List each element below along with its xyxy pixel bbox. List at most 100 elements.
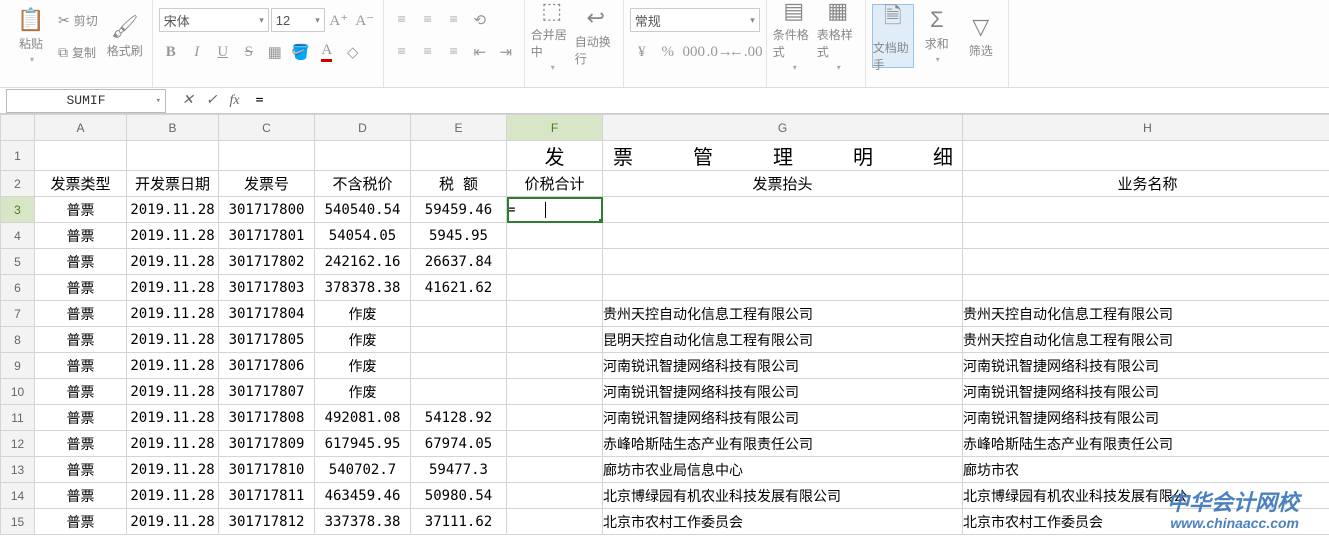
cell-B12[interactable]: 2019.11.28 — [127, 431, 219, 457]
cell-C10[interactable]: 301717807 — [219, 379, 315, 405]
cell-F6[interactable] — [507, 275, 603, 301]
cell-F13[interactable] — [507, 457, 603, 483]
cell-H9[interactable]: 河南锐讯智捷网络科技有限公司 — [963, 353, 1329, 379]
cell-B1[interactable] — [127, 141, 219, 171]
cell-H6[interactable] — [963, 275, 1329, 301]
cell-B8[interactable]: 2019.11.28 — [127, 327, 219, 353]
underline-button[interactable]: U — [211, 40, 235, 64]
cell-H13[interactable]: 廊坊市农 — [963, 457, 1329, 483]
cell-F15[interactable] — [507, 509, 603, 535]
cell-C11[interactable]: 301717808 — [219, 405, 315, 431]
row-header-3[interactable]: 3 — [1, 197, 35, 223]
cell-A11[interactable]: 普票 — [35, 405, 127, 431]
row-header-7[interactable]: 7 — [1, 301, 35, 327]
align-bottom-button[interactable]: ≡ — [442, 8, 466, 32]
cell-G2[interactable]: 发票抬头 — [603, 171, 963, 197]
cell-A3[interactable]: 普票 — [35, 197, 127, 223]
cell-G8[interactable]: 昆明天控自动化信息工程有限公司 — [603, 327, 963, 353]
cell-E15[interactable]: 37111.62 — [411, 509, 507, 535]
row-header-5[interactable]: 5 — [1, 249, 35, 275]
cell-G3[interactable] — [603, 197, 963, 223]
confirm-formula-button[interactable]: ✓ — [206, 92, 218, 109]
row-header-2[interactable]: 2 — [1, 171, 35, 197]
align-top-button[interactable]: ≡ — [390, 8, 414, 32]
cell-A1[interactable] — [35, 141, 127, 171]
cell-G5[interactable] — [603, 249, 963, 275]
cell-C13[interactable]: 301717810 — [219, 457, 315, 483]
cell-B15[interactable]: 2019.11.28 — [127, 509, 219, 535]
italic-button[interactable]: I — [185, 40, 209, 64]
cell-H2[interactable]: 业务名称 — [963, 171, 1329, 197]
cell-B5[interactable]: 2019.11.28 — [127, 249, 219, 275]
cell-F3[interactable]: = — [507, 197, 603, 223]
row-header-14[interactable]: 14 — [1, 483, 35, 509]
cell-H15[interactable]: 北京市农村工作委员会 — [963, 509, 1329, 535]
cell-F11[interactable] — [507, 405, 603, 431]
cell-B9[interactable]: 2019.11.28 — [127, 353, 219, 379]
indent-decrease-button[interactable]: ⇤ — [468, 40, 492, 64]
cell-G14[interactable]: 北京博绿园有机农业科技发展有限公司 — [603, 483, 963, 509]
cell-D2[interactable]: 不含税价 — [315, 171, 411, 197]
cell-G7[interactable]: 贵州天控自动化信息工程有限公司 — [603, 301, 963, 327]
cell-D9[interactable]: 作废 — [315, 353, 411, 379]
bold-button[interactable]: B — [159, 40, 183, 64]
fill-color-button[interactable]: 🪣 — [289, 40, 313, 64]
cell-H14[interactable]: 北京博绿园有机农业科技发展有限公 — [963, 483, 1329, 509]
cell-F1[interactable]: 发 — [507, 141, 603, 171]
font-color-button[interactable]: A — [315, 40, 339, 64]
cell-C7[interactable]: 301717804 — [219, 301, 315, 327]
cell-A7[interactable]: 普票 — [35, 301, 127, 327]
cell-A4[interactable]: 普票 — [35, 223, 127, 249]
cell-F9[interactable] — [507, 353, 603, 379]
cell-C15[interactable]: 301717812 — [219, 509, 315, 535]
cut-button[interactable]: ✂剪切 — [54, 9, 102, 31]
cell-C5[interactable]: 301717802 — [219, 249, 315, 275]
cell-C2[interactable]: 发票号 — [219, 171, 315, 197]
cell-H11[interactable]: 河南锐讯智捷网络科技有限公司 — [963, 405, 1329, 431]
cell-E1[interactable] — [411, 141, 507, 171]
cell-A8[interactable]: 普票 — [35, 327, 127, 353]
column-header-H[interactable]: H — [963, 115, 1329, 141]
cell-F4[interactable] — [507, 223, 603, 249]
cell-D8[interactable]: 作废 — [315, 327, 411, 353]
cell-G11[interactable]: 河南锐讯智捷网络科技有限公司 — [603, 405, 963, 431]
cell-F14[interactable] — [507, 483, 603, 509]
column-header-F[interactable]: F — [507, 115, 603, 141]
cell-H3[interactable] — [963, 197, 1329, 223]
cell-G9[interactable]: 河南锐讯智捷网络科技有限公司 — [603, 353, 963, 379]
cell-C9[interactable]: 301717806 — [219, 353, 315, 379]
column-header-A[interactable]: A — [35, 115, 127, 141]
cell-E12[interactable]: 67974.05 — [411, 431, 507, 457]
percent-button[interactable]: % — [656, 40, 680, 64]
cell-D13[interactable]: 540702.7 — [315, 457, 411, 483]
cell-E11[interactable]: 54128.92 — [411, 405, 507, 431]
filter-button[interactable]: ▽ 筛选 — [960, 4, 1002, 68]
clear-format-button[interactable]: ◇ — [341, 40, 365, 64]
spreadsheet-grid[interactable]: ABCDEFGH1发票管理明细2发票类型开发票日期发票号不含税价税 额价税合计发… — [0, 114, 1329, 559]
cell-C14[interactable]: 301717811 — [219, 483, 315, 509]
cell-E6[interactable]: 41621.62 — [411, 275, 507, 301]
cancel-formula-button[interactable]: ✕ — [182, 92, 194, 109]
cell-F10[interactable] — [507, 379, 603, 405]
cell-E8[interactable] — [411, 327, 507, 353]
currency-button[interactable]: ¥ — [630, 40, 654, 64]
cell-D15[interactable]: 337378.38 — [315, 509, 411, 535]
cell-E9[interactable] — [411, 353, 507, 379]
cell-B3[interactable]: 2019.11.28 — [127, 197, 219, 223]
doc-assist-button[interactable]: 🗎 文档助手 — [872, 4, 914, 68]
font-name-select[interactable]: 宋体▾ — [159, 8, 269, 32]
cell-D3[interactable]: 540540.54 — [315, 197, 411, 223]
indent-increase-button[interactable]: ⇥ — [494, 40, 518, 64]
strikethrough-button[interactable]: S — [237, 40, 261, 64]
column-header-G[interactable]: G — [603, 115, 963, 141]
row-header-11[interactable]: 11 — [1, 405, 35, 431]
format-painter-button[interactable]: 🖌 格式刷 — [104, 4, 146, 68]
cell-F7[interactable] — [507, 301, 603, 327]
cell-F2[interactable]: 价税合计 — [507, 171, 603, 197]
row-header-15[interactable]: 15 — [1, 509, 35, 535]
cell-H5[interactable] — [963, 249, 1329, 275]
row-header-10[interactable]: 10 — [1, 379, 35, 405]
paste-button[interactable]: 📋 粘贴 — [10, 4, 52, 68]
cell-A5[interactable]: 普票 — [35, 249, 127, 275]
column-header-E[interactable]: E — [411, 115, 507, 141]
